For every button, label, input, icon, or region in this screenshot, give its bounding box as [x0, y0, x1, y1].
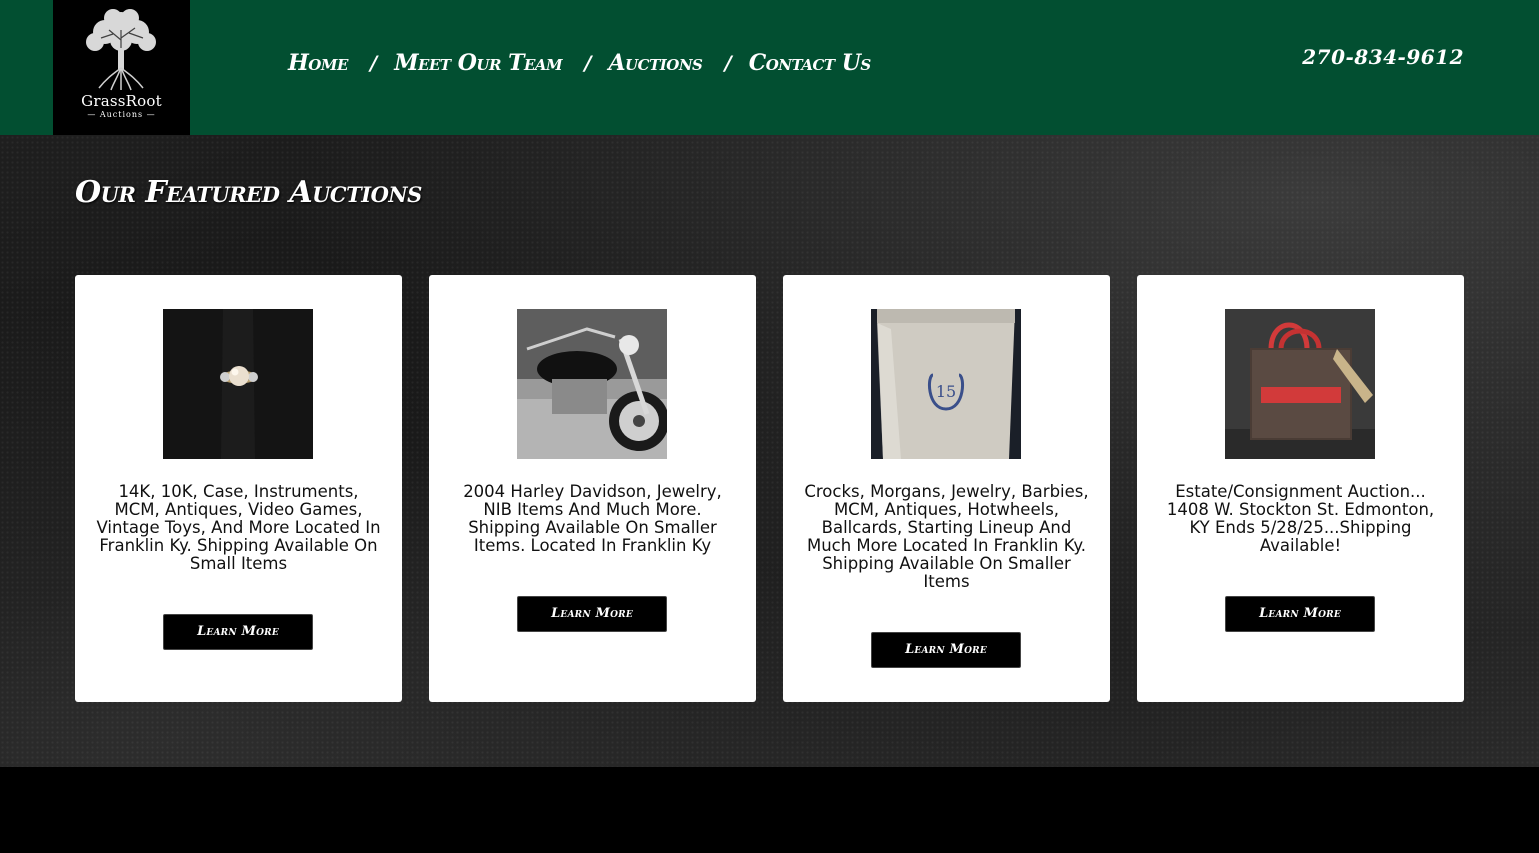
auction-card: 15 Crocks, Morgans, Jewelry, Barbies, MC… [783, 275, 1110, 702]
auction-card: 2004 Harley Davidson, Jewelry, NIB Items… [429, 275, 756, 702]
auction-card: Estate/Consignment Auction... 1408 W. St… [1137, 275, 1464, 702]
logo-subtitle: — Auctions — [87, 110, 156, 119]
auction-description: 2004 Harley Davidson, Jewelry, NIB Items… [463, 482, 722, 555]
auction-description: Crocks, Morgans, Jewelry, Barbies, MCM, … [804, 482, 1089, 591]
featured-auctions-section: Our Featured Auctions 14K, 10K, Case, In… [0, 135, 1539, 767]
nav-separator: / [724, 51, 732, 75]
learn-more-button[interactable]: Learn More [871, 632, 1021, 668]
logo-name: GrassRoot [81, 92, 162, 110]
phone-number-link[interactable]: 270-834-9612 [1302, 45, 1464, 69]
nav-home[interactable]: Home [288, 50, 348, 76]
learn-more-button[interactable]: Learn More [1225, 596, 1375, 632]
nav-contact-us[interactable]: Contact Us [749, 50, 872, 76]
site-logo[interactable]: GrassRoot — Auctions — [53, 0, 190, 135]
tote-bag-photo[interactable] [1225, 309, 1375, 459]
stoneware-crock-photo[interactable]: 15 [871, 309, 1021, 459]
nav-separator: / [584, 51, 592, 75]
section-title: Our Featured Auctions [75, 175, 422, 210]
tree-icon [86, 9, 156, 91]
learn-more-button[interactable]: Learn More [517, 596, 667, 632]
nav-auctions[interactable]: Auctions [608, 50, 702, 76]
auction-description: Estate/Consignment Auction... 1408 W. St… [1166, 482, 1435, 555]
auction-description: 14K, 10K, Case, Instruments, MCM, Antiqu… [96, 482, 381, 573]
main-nav: Home / Meet Our Team / Auctions / Contac… [288, 46, 871, 80]
logo-sub-text: Auctions [99, 110, 144, 119]
nav-meet-our-team[interactable]: Meet Our Team [394, 50, 562, 76]
learn-more-button[interactable]: Learn More [163, 614, 313, 650]
motorcycle-photo[interactable] [517, 309, 667, 459]
site-header: GrassRoot — Auctions — Home / Meet Our T… [0, 0, 1539, 135]
crock-number: 15 [936, 382, 956, 401]
footer [0, 767, 1539, 853]
nav-separator: / [369, 51, 378, 75]
auction-card: 14K, 10K, Case, Instruments, MCM, Antiqu… [75, 275, 402, 702]
pearl-ring-photo[interactable] [163, 309, 313, 459]
